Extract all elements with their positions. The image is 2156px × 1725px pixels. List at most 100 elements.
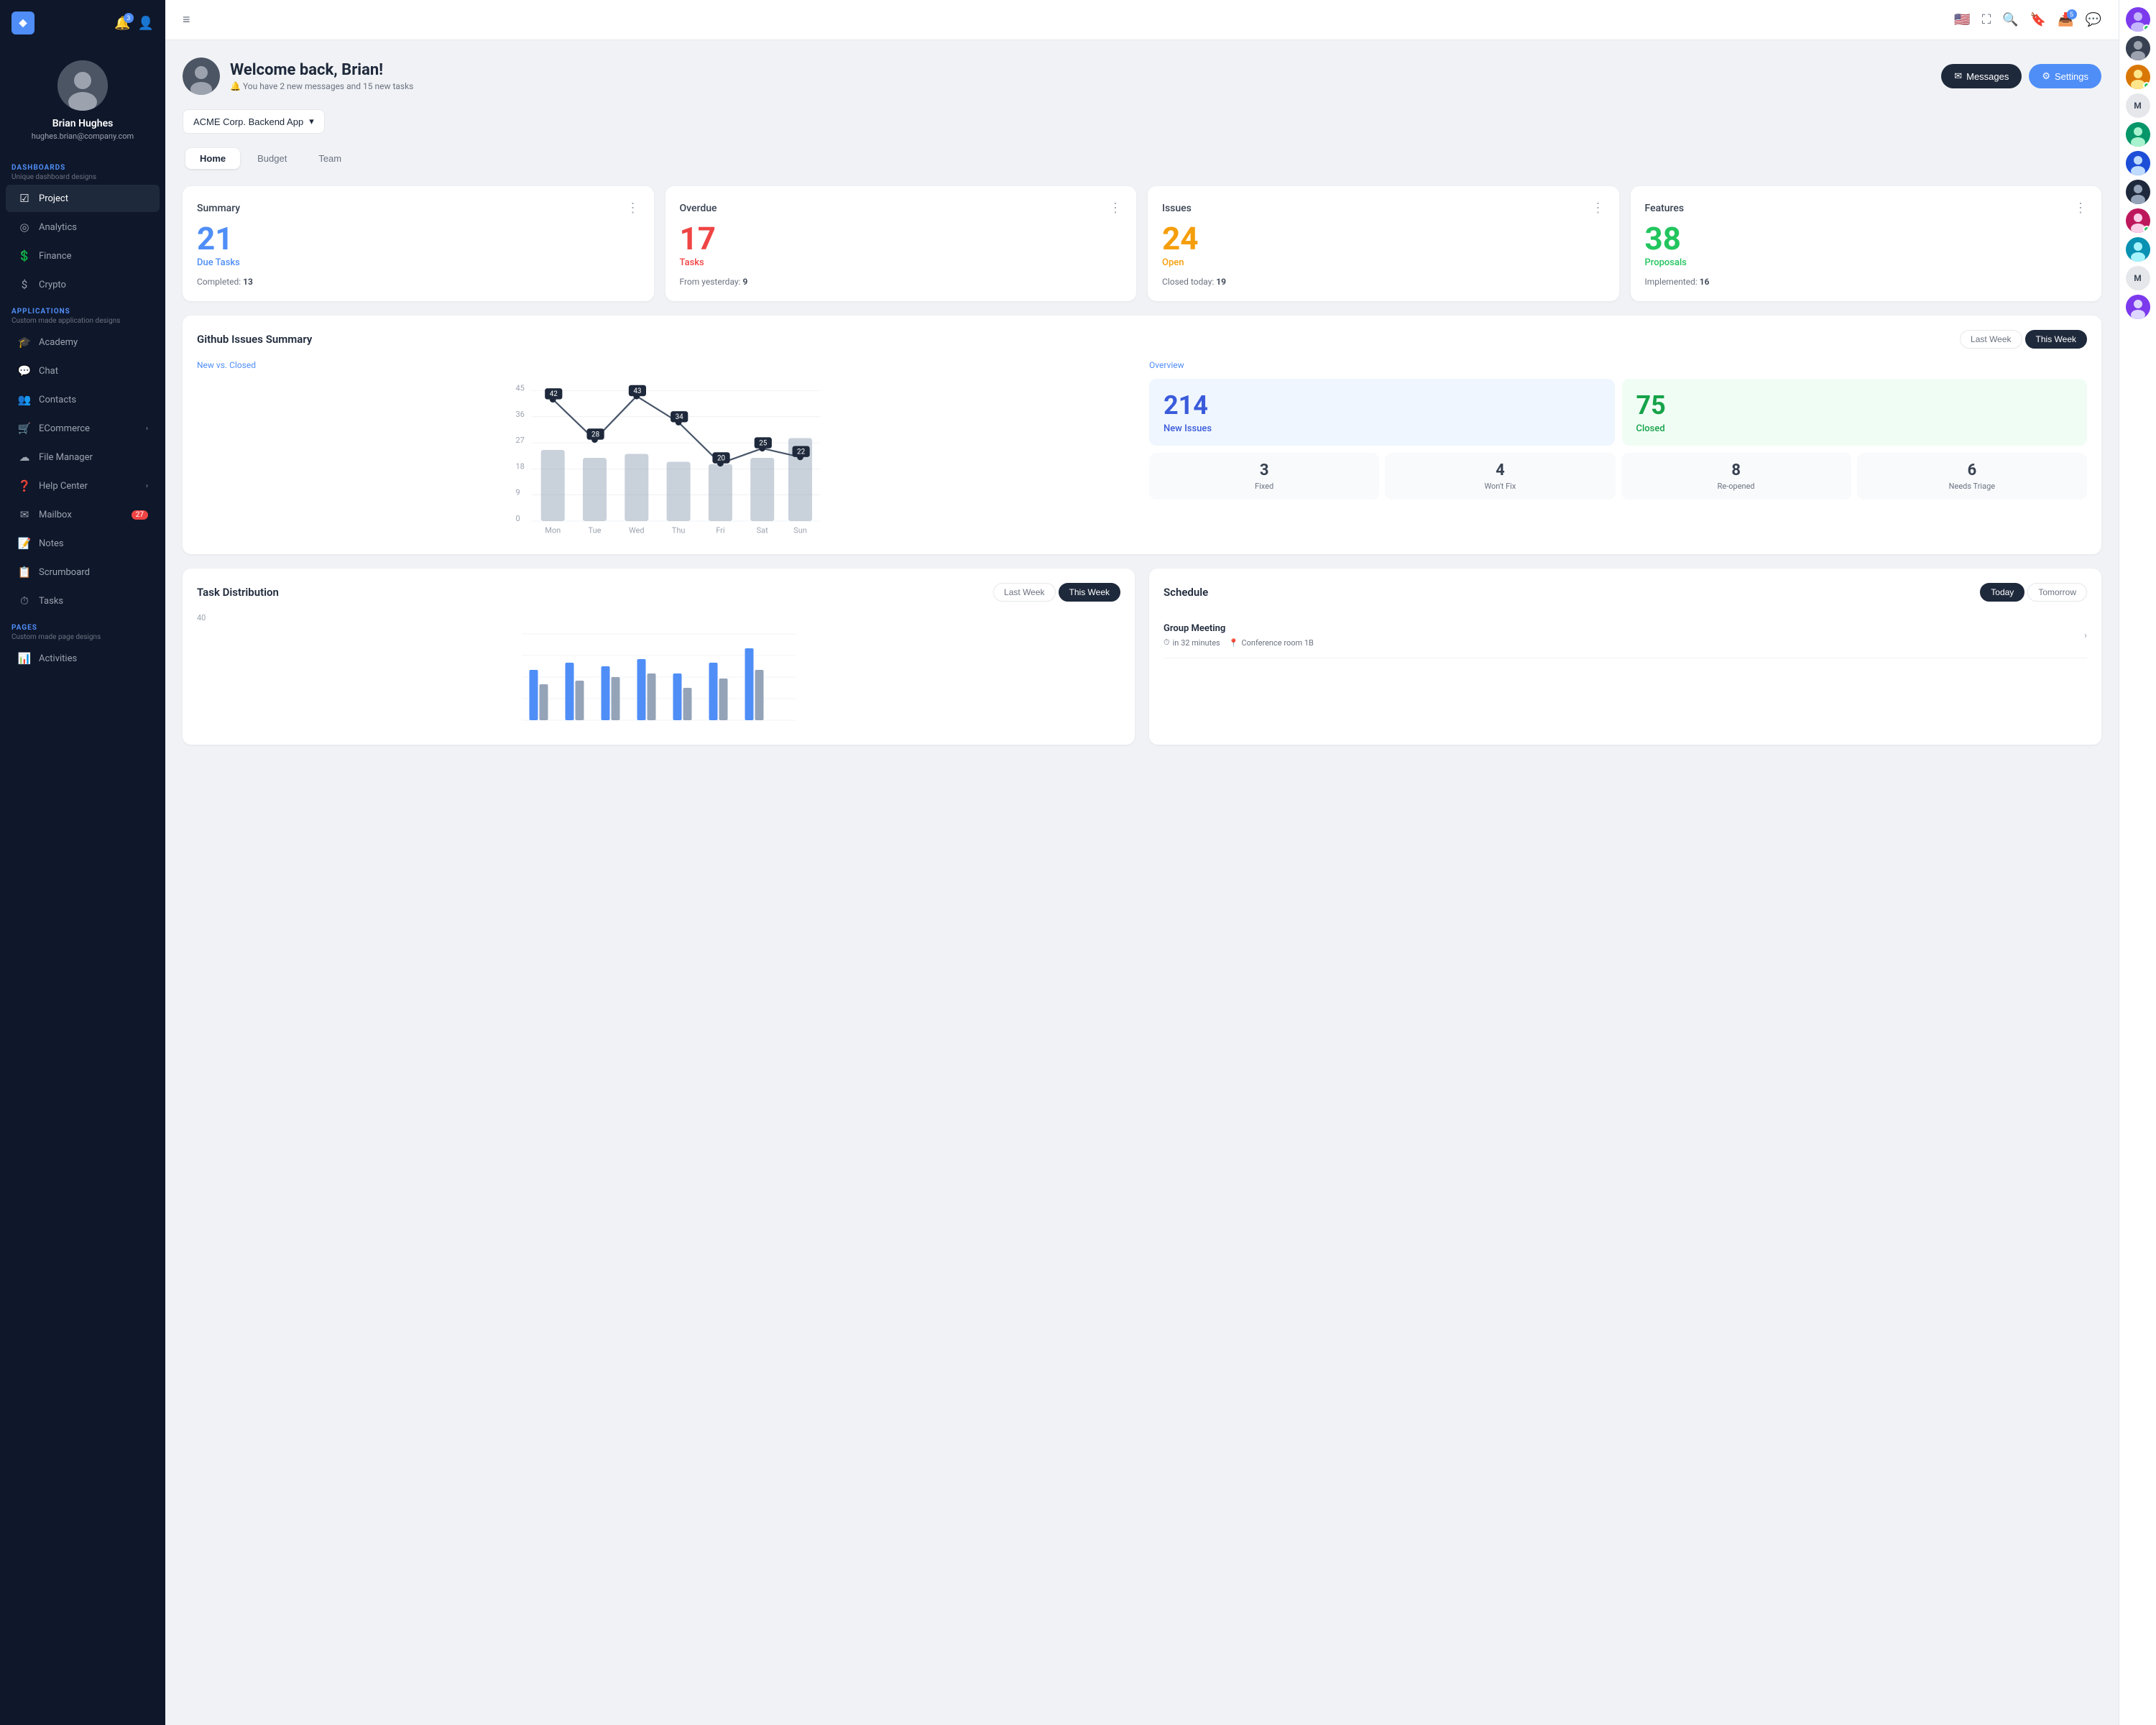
inbox-button[interactable]: 📥 5 (2058, 12, 2073, 27)
project-dropdown[interactable]: ACME Corp. Backend App ▾ (183, 109, 325, 134)
github-week-tabs: Last Week This Week (1960, 330, 2087, 349)
schedule-title: Schedule (1164, 586, 1208, 599)
sidebar-item-mailbox[interactable]: ✉ Mailbox 27 (6, 501, 160, 528)
right-avatar-4[interactable]: M (2126, 93, 2150, 118)
right-avatar-3[interactable] (2126, 65, 2150, 89)
task-chart-max-label: 40 (197, 613, 1120, 622)
card-menu-button[interactable]: ⋮ (2074, 201, 2087, 216)
sidebar-item-activities[interactable]: 📊 Activities (6, 645, 160, 672)
tab-home[interactable]: Home (185, 148, 240, 169)
new-issues-label: New Issues (1164, 423, 1600, 434)
svg-text:42: 42 (550, 390, 558, 398)
overdue-label: Tasks (680, 257, 1123, 268)
right-avatar-6[interactable] (2126, 151, 2150, 175)
user-avatar (57, 60, 108, 111)
sidebar-item-contacts[interactable]: 👥 Contacts (6, 386, 160, 413)
right-avatar-8[interactable] (2126, 208, 2150, 233)
needstriage-label: Needs Triage (1866, 482, 2078, 491)
tab-team[interactable]: Team (304, 148, 356, 169)
sidebar-item-notes[interactable]: 📝 Notes (6, 530, 160, 557)
mailbox-badge: 27 (132, 510, 148, 520)
sidebar-item-academy[interactable]: 🎓 Academy (6, 328, 160, 356)
bookmark-button[interactable]: 🔖 (2030, 12, 2046, 27)
sidebar-item-crypto[interactable]: $ Crypto (6, 271, 160, 298)
summary-sub: Completed: 13 (197, 277, 640, 287)
task-dist-header: Task Distribution Last Week This Week (197, 583, 1120, 602)
right-avatar-2[interactable] (2126, 36, 2150, 60)
sidebar-item-label: Notes (39, 538, 64, 549)
messages-action-button[interactable]: ✉ Messages (1941, 64, 2022, 88)
welcome-subtext: 🔔 You have 2 new messages and 15 new tas… (230, 81, 413, 91)
github-thisweek-tab[interactable]: This Week (2025, 330, 2087, 349)
svg-text:22: 22 (797, 448, 806, 456)
sidebar-item-label: Project (39, 193, 68, 204)
sidebar-item-project[interactable]: ☑ Project (6, 185, 160, 212)
features-card: Features ⋮ 38 Proposals Implemented: 16 (1631, 186, 2102, 301)
sidebar-item-tasks[interactable]: ⏱ Tasks (6, 587, 160, 615)
settings-action-button[interactable]: ⚙ Settings (2029, 64, 2101, 88)
online-badge (2143, 24, 2150, 32)
card-menu-button[interactable]: ⋮ (1592, 201, 1605, 216)
right-avatar-10[interactable]: M (2126, 266, 2150, 290)
search-icon-button[interactable]: 👤 (138, 16, 154, 31)
fullscreen-button[interactable]: ⛶ (1982, 12, 1991, 27)
sidebar-item-chat[interactable]: 💬 Chat (6, 357, 160, 385)
github-content: New vs. Closed 45 36 27 18 9 0 (197, 360, 2087, 540)
fixed-num: 3 (1158, 461, 1370, 479)
sidebar-item-filemanager[interactable]: ☁ File Manager (6, 443, 160, 471)
filemanager-icon: ☁ (17, 450, 32, 464)
svg-text:Sat: Sat (757, 526, 769, 535)
task-distribution-card: Task Distribution Last Week This Week 40 (183, 569, 1135, 745)
main-content: ≡ 🇺🇸 ⛶ 🔍 🔖 📥 5 💬 (165, 0, 2119, 1725)
github-lastweek-tab[interactable]: Last Week (1960, 330, 2022, 349)
task-dist-lastweek-tab[interactable]: Last Week (993, 583, 1055, 602)
welcome-actions: ✉ Messages ⚙ Settings (1941, 64, 2101, 88)
right-avatar-7[interactable] (2126, 180, 2150, 204)
github-header: Github Issues Summary Last Week This Wee… (197, 330, 2087, 349)
welcome-heading: Welcome back, Brian! (230, 61, 413, 79)
schedule-today-tab[interactable]: Today (1980, 583, 2024, 602)
messages-button[interactable]: 💬 (2086, 12, 2101, 27)
hamburger-button[interactable]: ≡ (183, 12, 190, 27)
right-avatar-5[interactable] (2126, 122, 2150, 147)
notification-badge: 3 (124, 13, 134, 23)
right-avatar-11[interactable] (2126, 295, 2150, 319)
svg-text:18: 18 (516, 461, 525, 471)
right-avatar-9[interactable] (2126, 237, 2150, 262)
schedule-item-arrow[interactable]: › (2084, 630, 2087, 641)
tasks-icon: ⏱ (17, 594, 32, 608)
svg-text:Tue: Tue (589, 526, 602, 535)
issues-sub: Closed today: 19 (1162, 277, 1605, 287)
notification-bell-button[interactable]: 🔔 3 (114, 16, 130, 31)
svg-text:Sun: Sun (793, 526, 807, 535)
summary-number: 21 (197, 223, 640, 254)
right-avatar-1[interactable] (2126, 7, 2150, 32)
dashboards-sub: Unique dashboard designs (11, 173, 154, 181)
schedule-tomorrow-tab[interactable]: Tomorrow (2027, 583, 2087, 602)
task-dist-thisweek-tab[interactable]: This Week (1059, 583, 1120, 602)
tab-budget[interactable]: Budget (243, 148, 301, 169)
sidebar-item-helpcenter[interactable]: ❓ Help Center › (6, 472, 160, 500)
sidebar-item-ecommerce[interactable]: 🛒 ECommerce › (6, 415, 160, 442)
task-dist-title: Task Distribution (197, 586, 279, 599)
sidebar-item-analytics[interactable]: ◎ Analytics (6, 213, 160, 241)
card-title: Overdue (680, 203, 717, 214)
features-sub: Implemented: 16 (1645, 277, 2088, 287)
schedule-info: Group Meeting ⏱ in 32 minutes 📍 Conferen… (1164, 623, 1314, 648)
contacts-icon: 👥 (17, 392, 32, 407)
schedule-item: Group Meeting ⏱ in 32 minutes 📍 Conferen… (1164, 613, 2087, 658)
needstriage-card: 6 Needs Triage (1857, 453, 2087, 500)
sidebar-item-label: Scrumboard (39, 567, 90, 578)
schedule-time: ⏱ in 32 minutes (1164, 638, 1220, 648)
card-menu-button[interactable]: ⋮ (1109, 201, 1122, 216)
new-issues-number: 214 (1164, 390, 1600, 420)
features-number: 38 (1645, 223, 2088, 254)
overview-title: Overview (1149, 360, 2087, 370)
sidebar-item-finance[interactable]: 💲 Finance (6, 242, 160, 270)
card-menu-button[interactable]: ⋮ (627, 201, 640, 216)
reopened-num: 8 (1630, 461, 1843, 479)
svg-text:45: 45 (516, 384, 525, 393)
search-button[interactable]: 🔍 (2002, 12, 2018, 27)
schedule-location: 📍 Conference room 1B (1229, 638, 1314, 648)
sidebar-item-scrumboard[interactable]: 📋 Scrumboard (6, 558, 160, 586)
